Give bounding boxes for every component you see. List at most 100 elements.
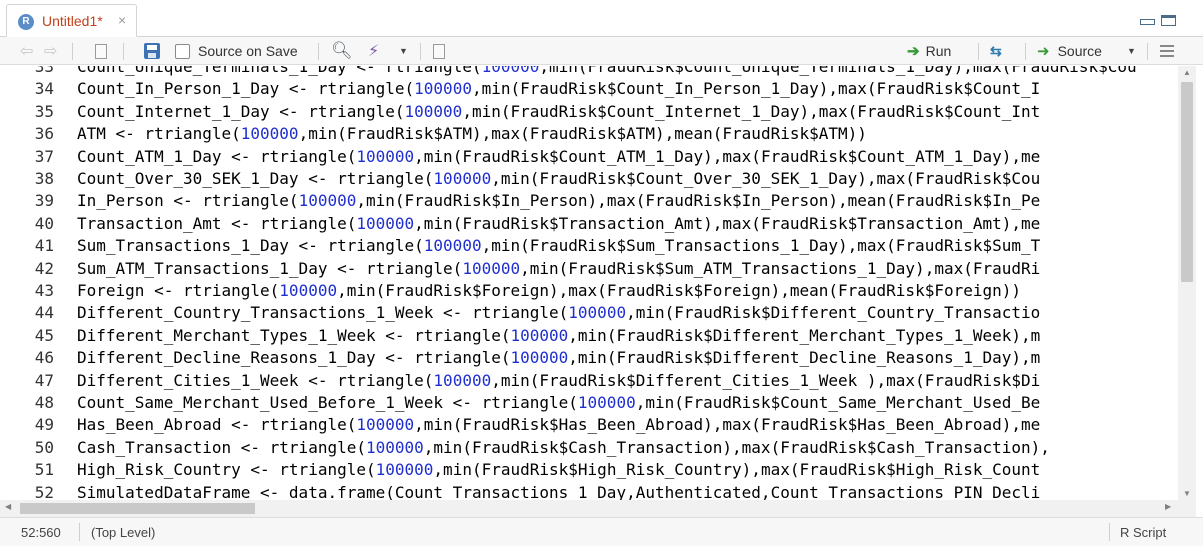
code-line[interactable]: 34 Count_In_Person_1_Day <- rtriangle(100… bbox=[0, 78, 1178, 100]
code-token: Different_Country_Transactions_1_Week <-… bbox=[77, 303, 569, 323]
minimize-pane-icon[interactable] bbox=[1140, 19, 1155, 25]
scrollbar-corner bbox=[1178, 500, 1196, 517]
code-token: ,min(FraudRisk$Count_Unique_Terminals_1_… bbox=[539, 66, 1137, 76]
toolbar-divider bbox=[1025, 43, 1026, 60]
code-line[interactable]: 37 Count_ATM_1_Day <- rtriangle(100000,mi… bbox=[0, 146, 1178, 168]
code-editor[interactable]: 33 Count_Unique_Terminals_1_Day <- rtrian… bbox=[0, 66, 1178, 500]
code-text[interactable]: Different_Decline_Reasons_1_Day <- rtria… bbox=[77, 347, 1040, 369]
code-token: Count_Internet_1_Day <- rtriangle( bbox=[77, 101, 405, 121]
maximize-pane-icon[interactable] bbox=[1161, 15, 1176, 26]
code-token: High_Risk_Country <- rtriangle( bbox=[77, 460, 376, 480]
code-line[interactable]: 48 Count_Same_Merchant_Used_Before_1_Week… bbox=[0, 392, 1178, 414]
scroll-left-icon[interactable]: ◀ bbox=[5, 502, 11, 511]
code-token: ,min(FraudRisk$Count_Same_Merchant_Used_… bbox=[635, 393, 1041, 412]
code-text[interactable]: Count_Unique_Terminals_1_Day <- rtriangl… bbox=[77, 66, 1137, 78]
code-line[interactable]: 43 Foreign <- rtriangle(100000,min(FraudR… bbox=[0, 280, 1178, 302]
code-text[interactable]: ATM <- rtriangle(100000,min(FraudRisk$AT… bbox=[77, 123, 867, 145]
code-line[interactable]: 40 Transaction_Amt <- rtriangle(100000,mi… bbox=[0, 213, 1178, 235]
source-dropdown[interactable]: ▼ bbox=[1127, 37, 1136, 65]
numeric-literal: 100000 bbox=[510, 325, 569, 345]
forward-arrow-icon: ⇨ bbox=[44, 43, 58, 60]
code-line[interactable]: 46 Different_Decline_Reasons_1_Day <- rtr… bbox=[0, 347, 1178, 369]
code-text[interactable]: SimulatedDataFrame <- data.frame(Count_T… bbox=[77, 482, 1040, 500]
code-text[interactable]: Count_Over_30_SEK_1_Day <- rtriangle(100… bbox=[77, 168, 1040, 190]
code-token: ,min(FraudRisk$Count_Over_30_SEK_1_Day),… bbox=[491, 169, 1041, 188]
code-text[interactable]: Sum_Transactions_1_Day <- rtriangle(1000… bbox=[77, 235, 1040, 257]
source-button[interactable]: ➜ Source bbox=[1037, 37, 1102, 65]
forward-button[interactable]: ⇨ bbox=[44, 37, 57, 65]
file-type-selector[interactable]: R Script bbox=[1120, 525, 1166, 540]
close-icon[interactable]: × bbox=[118, 12, 126, 28]
code-line[interactable]: 51 High_Risk_Country <- rtriangle(100000,… bbox=[0, 459, 1178, 481]
code-token: ,min(FraudRisk$Foreign),max(FraudRisk$Fo… bbox=[337, 281, 1022, 300]
vertical-scrollbar[interactable]: ▲ ▼ bbox=[1178, 66, 1196, 500]
toolbar-divider bbox=[318, 43, 319, 60]
code-tools-button[interactable]: ⚡︎ bbox=[368, 37, 379, 65]
code-token: ,min(FraudRisk$Count_In_Person_1_Day),ma… bbox=[471, 79, 1041, 99]
show-in-window-button[interactable] bbox=[95, 37, 107, 65]
source-on-save-checkbox[interactable] bbox=[175, 37, 190, 65]
code-tools-dropdown[interactable]: ▼ bbox=[399, 37, 408, 65]
scroll-down-icon[interactable]: ▼ bbox=[1178, 489, 1196, 498]
code-line[interactable]: 35 Count_Internet_1_Day <- rtriangle(1000… bbox=[0, 101, 1178, 123]
outline-icon bbox=[1160, 45, 1174, 57]
horizontal-scrollbar[interactable]: ◀ ▶ bbox=[0, 500, 1178, 517]
code-line[interactable]: 39 In_Person <- rtriangle(100000,min(Frau… bbox=[0, 190, 1178, 212]
code-token: Count_Same_Merchant_Used_Before_1_Week <… bbox=[77, 393, 578, 412]
scroll-up-icon[interactable]: ▲ bbox=[1178, 68, 1196, 77]
code-text[interactable]: Count_ATM_1_Day <- rtriangle(100000,min(… bbox=[77, 146, 1040, 168]
scope-selector[interactable]: (Top Level) bbox=[91, 525, 155, 540]
code-line[interactable]: 50 Cash_Transaction <- rtriangle(100000,m… bbox=[0, 437, 1178, 459]
vertical-scroll-thumb[interactable] bbox=[1181, 82, 1193, 282]
code-line[interactable]: 44 Different_Country_Transactions_1_Week … bbox=[0, 302, 1178, 324]
line-number: 49 bbox=[34, 415, 54, 435]
compile-report-button[interactable] bbox=[433, 37, 445, 65]
code-text[interactable]: Count_Same_Merchant_Used_Before_1_Week <… bbox=[77, 392, 1040, 414]
cursor-position: 52:560 bbox=[21, 525, 61, 540]
toolbar-divider bbox=[72, 43, 73, 60]
code-text[interactable]: Foreign <- rtriangle(100000,min(FraudRis… bbox=[77, 280, 1021, 302]
rerun-button[interactable]: ⇆ bbox=[990, 37, 1002, 65]
code-line[interactable]: 41 Sum_Transactions_1_Day <- rtriangle(10… bbox=[0, 235, 1178, 257]
line-number: 46 bbox=[34, 348, 54, 368]
r-file-icon bbox=[18, 14, 34, 30]
back-button[interactable]: ⇦ bbox=[20, 37, 33, 65]
rerun-icon: ⇆ bbox=[990, 42, 1002, 59]
code-text[interactable]: Different_Country_Transactions_1_Week <-… bbox=[77, 302, 1040, 324]
code-line[interactable]: 47 Different_Cities_1_Week <- rtriangle(1… bbox=[0, 370, 1178, 392]
run-button[interactable]: ➔ Run bbox=[907, 37, 951, 65]
find-replace-button[interactable]: 🔍︎ bbox=[331, 37, 353, 65]
code-token: ,min(FraudRisk$Different_Decline_Reasons… bbox=[568, 348, 1041, 368]
code-text[interactable]: Transaction_Amt <- rtriangle(100000,min(… bbox=[77, 213, 1040, 235]
code-line[interactable]: 36 ATM <- rtriangle(100000,min(FraudRisk$… bbox=[0, 123, 1178, 145]
code-text[interactable]: Cash_Transaction <- rtriangle(100000,min… bbox=[77, 437, 1050, 459]
save-button[interactable] bbox=[144, 37, 160, 65]
numeric-literal: 100000 bbox=[356, 213, 415, 233]
code-line[interactable]: 52 SimulatedDataFrame <- data.frame(Count… bbox=[0, 482, 1178, 500]
code-text[interactable]: Different_Cities_1_Week <- rtriangle(100… bbox=[77, 370, 1040, 392]
toolbar-divider bbox=[1147, 43, 1148, 60]
code-text[interactable]: Sum_ATM_Transactions_1_Day <- rtriangle(… bbox=[77, 258, 1040, 280]
code-text[interactable]: Different_Merchant_Types_1_Week <- rtria… bbox=[77, 325, 1040, 347]
scroll-right-icon[interactable]: ▶ bbox=[1165, 502, 1171, 511]
code-line[interactable]: 33 Count_Unique_Terminals_1_Day <- rtrian… bbox=[0, 66, 1178, 78]
code-text[interactable]: Has_Been_Abroad <- rtriangle(100000,min(… bbox=[77, 414, 1040, 436]
code-token: Different_Merchant_Types_1_Week <- rtria… bbox=[77, 325, 511, 345]
horizontal-scroll-thumb[interactable] bbox=[20, 503, 255, 514]
code-text[interactable]: In_Person <- rtriangle(100000,min(FraudR… bbox=[77, 190, 1040, 212]
document-outline-button[interactable] bbox=[1160, 37, 1174, 65]
code-line[interactable]: 42 Sum_ATM_Transactions_1_Day <- rtriangl… bbox=[0, 258, 1178, 280]
status-divider bbox=[1109, 523, 1110, 541]
code-line[interactable]: 38 Count_Over_30_SEK_1_Day <- rtriangle(1… bbox=[0, 168, 1178, 190]
code-text[interactable]: Count_In_Person_1_Day <- rtriangle(10000… bbox=[77, 78, 1040, 100]
toolbar-divider bbox=[123, 43, 124, 60]
code-line[interactable]: 45 Different_Merchant_Types_1_Week <- rtr… bbox=[0, 325, 1178, 347]
source-on-save-label: Source on Save bbox=[198, 43, 298, 59]
code-text[interactable]: Count_Internet_1_Day <- rtriangle(100000… bbox=[77, 101, 1040, 123]
magnifier-icon: 🔍︎ bbox=[331, 41, 353, 60]
toolbar-divider bbox=[420, 43, 421, 60]
editor-tab[interactable]: Untitled1* × bbox=[6, 4, 137, 37]
code-line[interactable]: 49 Has_Been_Abroad <- rtriangle(100000,mi… bbox=[0, 414, 1178, 436]
code-token: Sum_Transactions_1_Day <- rtriangle( bbox=[77, 236, 424, 256]
code-text[interactable]: High_Risk_Country <- rtriangle(100000,mi… bbox=[77, 459, 1040, 481]
